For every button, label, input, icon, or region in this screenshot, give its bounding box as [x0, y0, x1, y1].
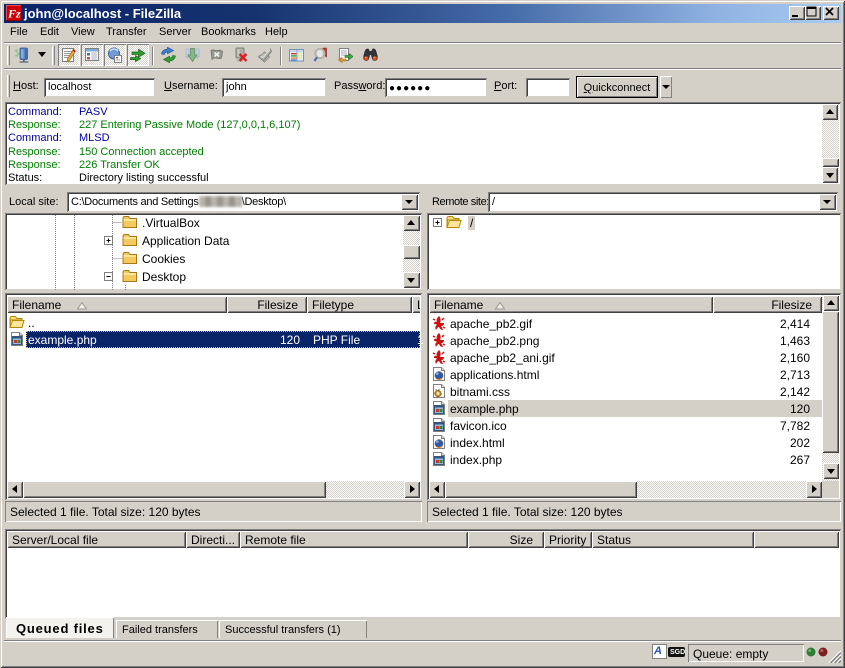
svg-text:Fz: Fz	[7, 7, 21, 21]
